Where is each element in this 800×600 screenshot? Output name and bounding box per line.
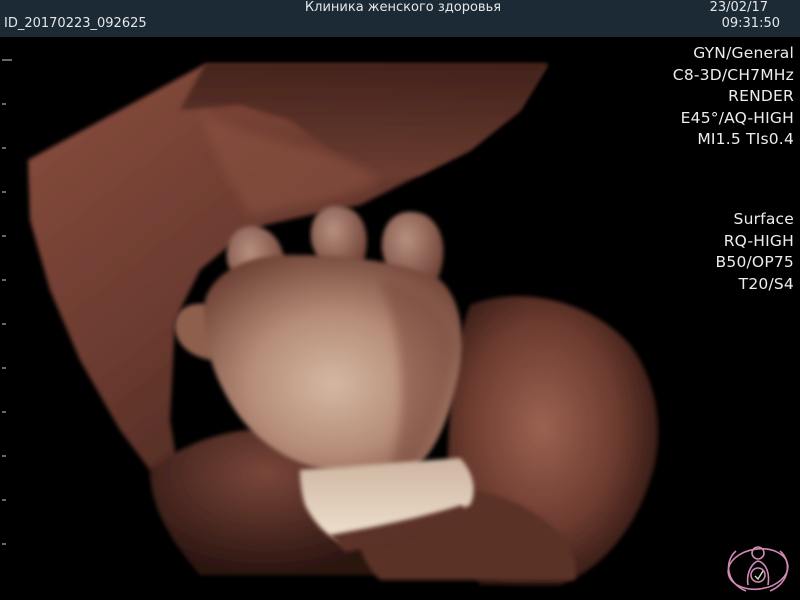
clinic-name: Клиника женского здоровья xyxy=(304,0,502,15)
render-quality: RQ-HIGH xyxy=(723,231,794,250)
mother-and-baby-logo-icon xyxy=(727,546,789,592)
exam-time: 09:31:50 xyxy=(721,16,780,31)
render-parameters: Surface RQ-HIGH B50/OP75 T20/S4 xyxy=(716,209,794,295)
patient-id: ID_20170223_092625 xyxy=(4,16,147,31)
angle-quality: E45°/AQ-HIGH xyxy=(680,108,794,127)
threshold-smoothing: T20/S4 xyxy=(738,274,794,293)
scan-parameters: GYN/General C8-3D/CH7MHz RENDER E45°/AQ-… xyxy=(673,43,794,151)
brightness-opacity: B50/OP75 xyxy=(715,253,794,271)
depth-scale xyxy=(2,59,12,545)
exam-date: 23/02/17 xyxy=(709,0,768,15)
render-mode: Surface xyxy=(733,210,794,228)
exam-preset: GYN/General xyxy=(693,44,794,62)
ultrasound-screen: Клиника женского здоровья ID_20170223_09… xyxy=(0,0,800,600)
probe-frequency: C8-3D/CH7MHz xyxy=(672,65,794,84)
mechanical-thermal-index: MI1.5 TIs0.4 xyxy=(697,130,794,148)
header-bar: Клиника женского здоровья ID_20170223_09… xyxy=(0,0,800,37)
imaging-mode: RENDER xyxy=(728,87,794,105)
